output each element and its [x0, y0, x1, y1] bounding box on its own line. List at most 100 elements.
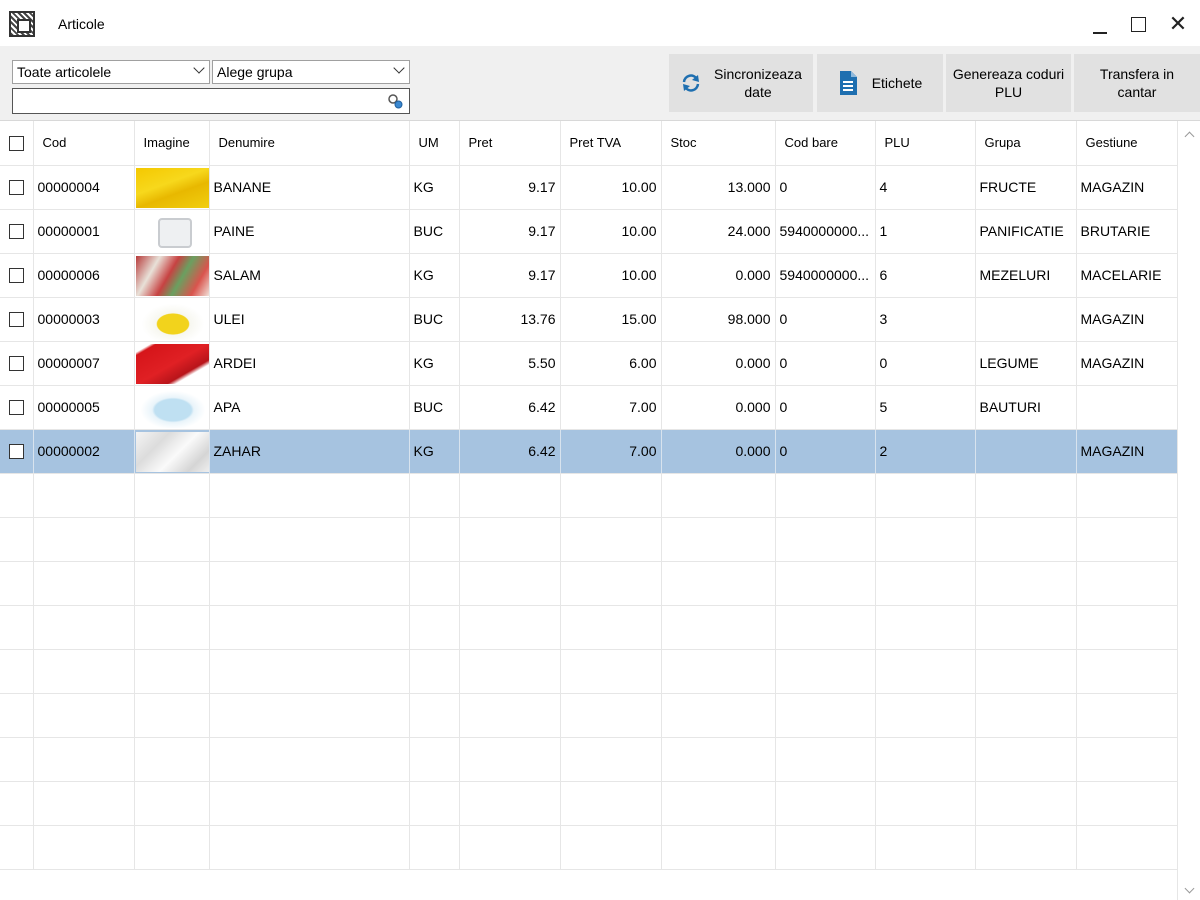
close-button[interactable]: ✕ — [1158, 8, 1198, 40]
row-checkbox[interactable] — [8, 444, 24, 460]
empty-cell — [1076, 561, 1178, 606]
row-checkbox[interactable] — [8, 180, 24, 196]
image-cell — [134, 165, 210, 210]
empty-cell — [409, 517, 460, 562]
empty-cell — [1076, 473, 1178, 518]
image-cell — [134, 385, 210, 430]
transfer-to-scale-button[interactable]: Transfera in cantar — [1074, 54, 1200, 112]
close-icon: ✕ — [1168, 11, 1188, 36]
empty-cell — [875, 561, 976, 606]
empty-row — [0, 649, 1178, 694]
maximize-button[interactable] — [1118, 8, 1158, 40]
empty-cell — [560, 605, 662, 650]
table-row[interactable]: 00000003 ULEI BUC 13.76 15.00 98.000 0 3 MAGAZIN — [0, 297, 1178, 342]
generate-plu-button[interactable]: Genereaza coduri PLU — [946, 54, 1071, 112]
empty-cell — [1076, 737, 1178, 782]
labels-button[interactable]: Etichete — [817, 54, 943, 112]
empty-cell — [560, 825, 662, 870]
table-row[interactable]: 00000002 ZAHAR KG 6.42 7.00 0.000 0 2 MAGAZIN — [0, 429, 1178, 474]
row-checkbox[interactable] — [8, 268, 24, 284]
um-cell: BUC — [409, 385, 460, 430]
column-header-um[interactable]: UM — [409, 121, 460, 166]
cod-cell: 00000004 — [33, 165, 135, 210]
empty-cell — [33, 561, 135, 606]
search-input[interactable] — [12, 88, 410, 114]
articles-filter-value: Toate articolele — [17, 64, 112, 80]
row-checkbox-cell — [0, 341, 34, 386]
image-cell — [134, 341, 210, 386]
sync-button-label-line2: date — [744, 84, 772, 100]
empty-cell — [134, 561, 210, 606]
empty-cell — [409, 737, 460, 782]
vertical-scrollbar[interactable] — [1177, 121, 1200, 900]
empty-row — [0, 517, 1178, 562]
pret-cell: 9.17 — [459, 253, 561, 298]
image-cell — [134, 209, 210, 254]
empty-cell — [459, 781, 561, 826]
column-header-plu[interactable]: PLU — [875, 121, 976, 166]
column-header-denumire[interactable]: Denumire — [209, 121, 410, 166]
column-header-grupa[interactable]: Grupa — [975, 121, 1077, 166]
empty-cell — [560, 561, 662, 606]
empty-cell — [33, 649, 135, 694]
table-row[interactable]: 00000006 SALAM KG 9.17 10.00 0.000 5940000000.… — [0, 253, 1178, 298]
column-header-pret-tva[interactable]: Pret TVA — [560, 121, 662, 166]
table-row[interactable]: 00000007 ARDEI KG 5.50 6.00 0.000 0 0 LEGUME MAGA… — [0, 341, 1178, 386]
um-cell: KG — [409, 165, 460, 210]
pepper-image — [135, 343, 208, 384]
grupa-cell: LEGUME — [975, 341, 1077, 386]
pret-tva-cell: 7.00 — [560, 429, 662, 474]
column-header-cod[interactable]: Cod — [33, 121, 135, 166]
column-header-imagine[interactable]: Imagine — [134, 121, 210, 166]
minimize-button[interactable] — [1080, 8, 1120, 40]
empty-cell — [33, 605, 135, 650]
empty-cell — [560, 693, 662, 738]
empty-cell — [134, 649, 210, 694]
empty-cell — [560, 781, 662, 826]
empty-cell — [975, 781, 1077, 826]
group-filter-select[interactable]: Alege grupa — [212, 60, 410, 84]
sync-data-button[interactable]: Sincronizeaza date — [669, 54, 813, 112]
table-row[interactable]: 00000005 APA BUC 6.42 7.00 0.000 0 5 BAUTURI — [0, 385, 1178, 430]
cod-bare-cell: 0 — [775, 385, 876, 430]
column-header-stoc[interactable]: Stoc — [661, 121, 776, 166]
empty-cell — [459, 517, 561, 562]
row-checkbox[interactable] — [8, 224, 24, 240]
stoc-cell: 13.000 — [661, 165, 776, 210]
empty-cell — [1076, 693, 1178, 738]
column-header-cod-bare[interactable]: Cod bare — [775, 121, 876, 166]
scroll-down-icon[interactable] — [1184, 883, 1195, 894]
empty-cell — [975, 693, 1077, 738]
empty-cell — [33, 517, 135, 562]
row-checkbox-cell — [0, 385, 34, 430]
column-header-pret[interactable]: Pret — [459, 121, 561, 166]
cod-cell: 00000005 — [33, 385, 135, 430]
row-checkbox[interactable] — [8, 312, 24, 328]
empty-cell — [775, 473, 876, 518]
chevron-down-icon — [193, 62, 205, 74]
empty-cell — [775, 693, 876, 738]
search-icon[interactable] — [387, 93, 403, 109]
empty-row — [0, 605, 1178, 650]
scroll-up-icon[interactable] — [1184, 131, 1195, 142]
group-filter-value: Alege grupa — [217, 64, 293, 80]
empty-cell — [875, 473, 976, 518]
empty-row — [0, 693, 1178, 738]
empty-cell — [775, 605, 876, 650]
empty-cell — [0, 737, 34, 782]
row-checkbox[interactable] — [8, 400, 24, 416]
column-header-gestiune[interactable]: Gestiune — [1076, 121, 1178, 166]
gestiune-cell: BRUTARIE — [1076, 209, 1178, 254]
cod-bare-cell: 0 — [775, 429, 876, 474]
empty-cell — [409, 649, 460, 694]
empty-cell — [661, 517, 776, 562]
select-all-checkbox[interactable] — [8, 135, 24, 151]
image-cell — [134, 429, 210, 474]
title-bar: Articole ✕ — [0, 0, 1200, 46]
table-row[interactable]: 00000001 PAINE BUC 9.17 10.00 24.000 594000000… — [0, 209, 1178, 254]
pret-tva-cell: 10.00 — [560, 253, 662, 298]
row-checkbox[interactable] — [8, 356, 24, 372]
articles-filter-select[interactable]: Toate articolele — [12, 60, 210, 84]
empty-cell — [875, 517, 976, 562]
table-row[interactable]: 00000004 BANANE KG 9.17 10.00 13.000 0 4 FRUCTE M… — [0, 165, 1178, 210]
